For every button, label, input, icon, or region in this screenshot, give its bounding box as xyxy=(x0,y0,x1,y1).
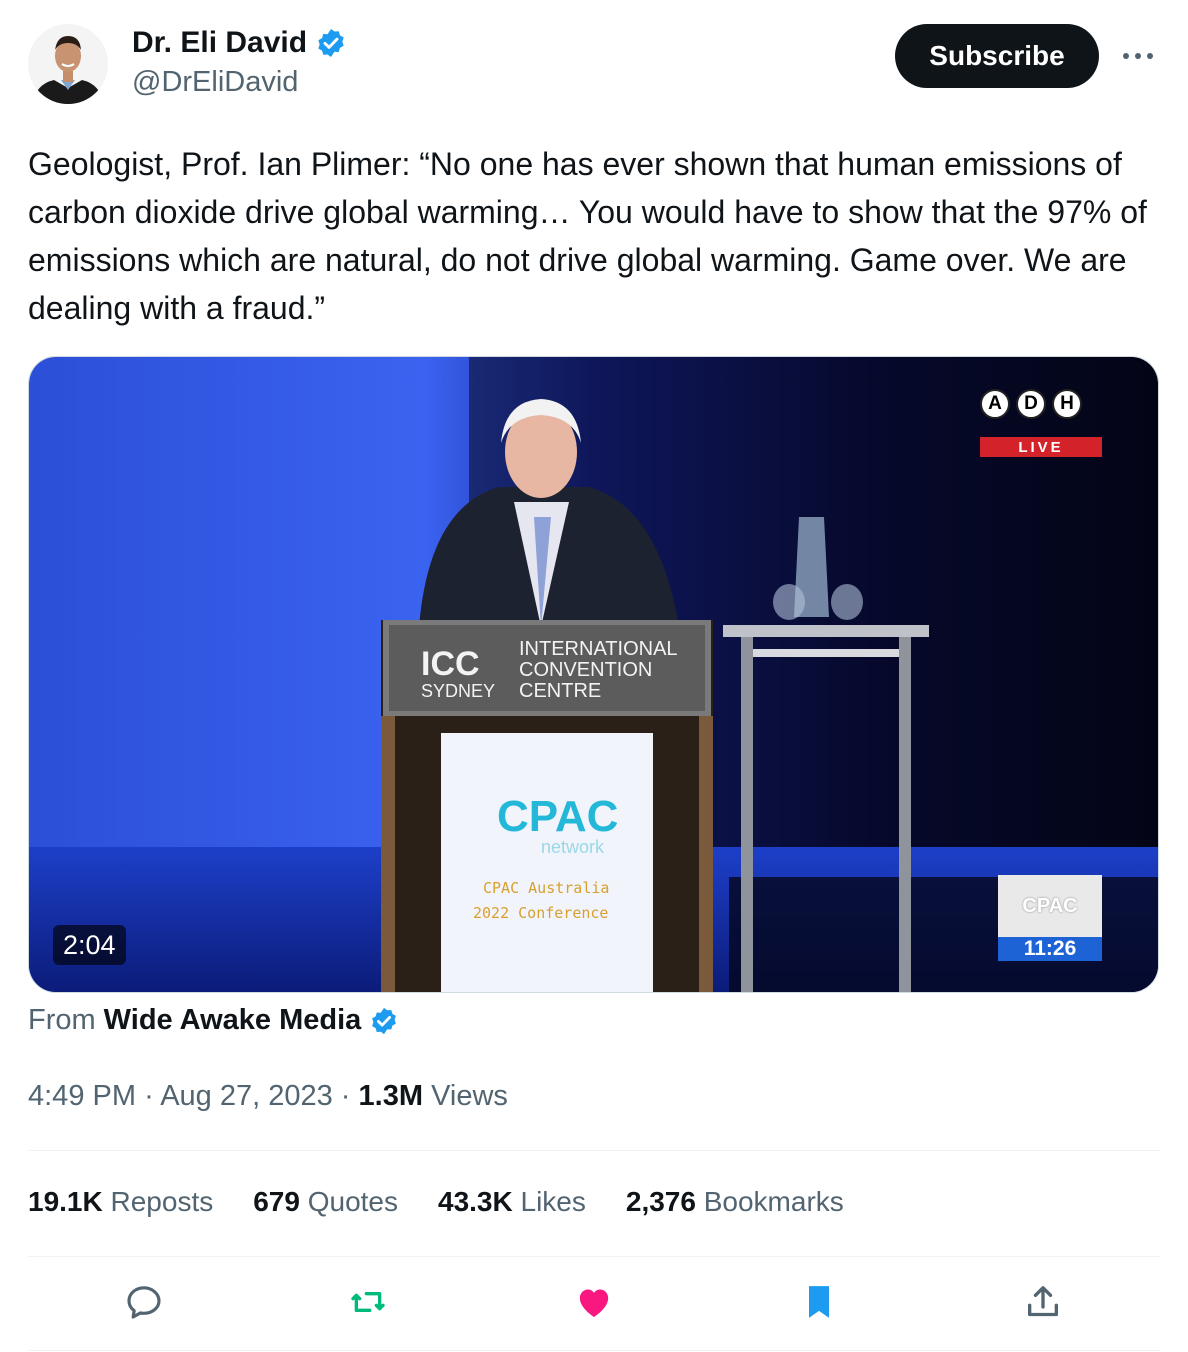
author-name[interactable]: Dr. Eli David xyxy=(132,26,307,60)
verified-badge-icon xyxy=(318,29,344,57)
subscribe-button[interactable]: Subscribe xyxy=(895,24,1099,88)
source-prefix: From xyxy=(28,1004,96,1036)
author-name-row[interactable]: Dr. Eli David xyxy=(132,26,347,60)
verified-badge-icon xyxy=(372,1007,397,1034)
author-handle[interactable]: @DrEliDavid xyxy=(132,66,298,99)
divider xyxy=(28,1350,1160,1351)
views-count: 1.3M xyxy=(358,1080,423,1112)
tweet-time[interactable]: 4:49 PM xyxy=(28,1080,136,1112)
reposts-count: 19.1K xyxy=(28,1186,103,1217)
tweet-text: Geologist, Prof. Ian Plimer: “No one has… xyxy=(28,146,1147,326)
quotes-count: 679 xyxy=(253,1186,300,1217)
more-icon[interactable] xyxy=(1118,38,1158,74)
corner-logo: CPAC xyxy=(998,875,1102,937)
divider xyxy=(28,1256,1160,1257)
live-badge: LIVE xyxy=(980,437,1102,457)
broadcaster-letter: D xyxy=(1016,389,1046,419)
engagement-stats: 19.1K Reposts 679 Quotes 43.3K Likes 2,3… xyxy=(28,1186,844,1218)
lectern-logo: ICC xyxy=(421,645,480,683)
views-label: Views xyxy=(431,1080,508,1112)
bookmarks-count: 2,376 xyxy=(625,1186,696,1217)
lectern-line-3: SYDNEY xyxy=(421,681,495,701)
sign-line-1: CPAC Australia xyxy=(483,879,609,897)
tweet-meta: 4:49 PM · Aug 27, 2023 · 1.3M Views xyxy=(28,1080,508,1112)
heart-icon[interactable] xyxy=(572,1280,616,1324)
sign-logo: CPAC xyxy=(497,792,618,841)
likes-stat[interactable]: 43.3K Likes xyxy=(438,1186,586,1218)
share-icon[interactable] xyxy=(1021,1280,1065,1324)
reply-icon[interactable] xyxy=(122,1280,166,1324)
media-source: From Wide Awake Media xyxy=(28,1004,399,1037)
video-duration: 2:04 xyxy=(53,925,126,965)
broadcaster-letter: H xyxy=(1052,389,1082,419)
bookmarks-label: Bookmarks xyxy=(703,1186,844,1217)
broadcaster-logo: A D H xyxy=(980,389,1082,419)
avatar[interactable] xyxy=(28,24,108,104)
sign-network: network xyxy=(541,837,605,857)
corner-clock: 11:26 xyxy=(998,937,1102,961)
sign-line-2: 2022 Conference xyxy=(473,904,608,922)
reposts-stat[interactable]: 19.1K Reposts xyxy=(28,1186,213,1218)
bookmark-icon[interactable] xyxy=(797,1280,841,1324)
lectern-line-2: CONVENTION xyxy=(519,659,652,681)
video-player[interactable]: ICC INTERNATIONAL CONVENTION SYDNEY CENT… xyxy=(28,356,1159,993)
broadcaster-letter: A xyxy=(980,389,1010,419)
likes-count: 43.3K xyxy=(438,1186,513,1217)
lectern-line-4: CENTRE xyxy=(519,680,601,702)
quotes-stat[interactable]: 679 Quotes xyxy=(253,1186,398,1218)
divider xyxy=(28,1150,1160,1151)
reposts-label: Reposts xyxy=(110,1186,214,1217)
avatar-image xyxy=(28,24,108,104)
bookmarks-stat[interactable]: 2,376 Bookmarks xyxy=(626,1186,844,1218)
likes-label: Likes xyxy=(520,1186,586,1217)
source-name[interactable]: Wide Awake Media xyxy=(104,1004,362,1037)
repost-icon[interactable] xyxy=(346,1280,390,1324)
tweet-date[interactable]: Aug 27, 2023 xyxy=(160,1080,333,1112)
lectern-line-1: INTERNATIONAL xyxy=(519,638,678,660)
quotes-label: Quotes xyxy=(307,1186,398,1217)
